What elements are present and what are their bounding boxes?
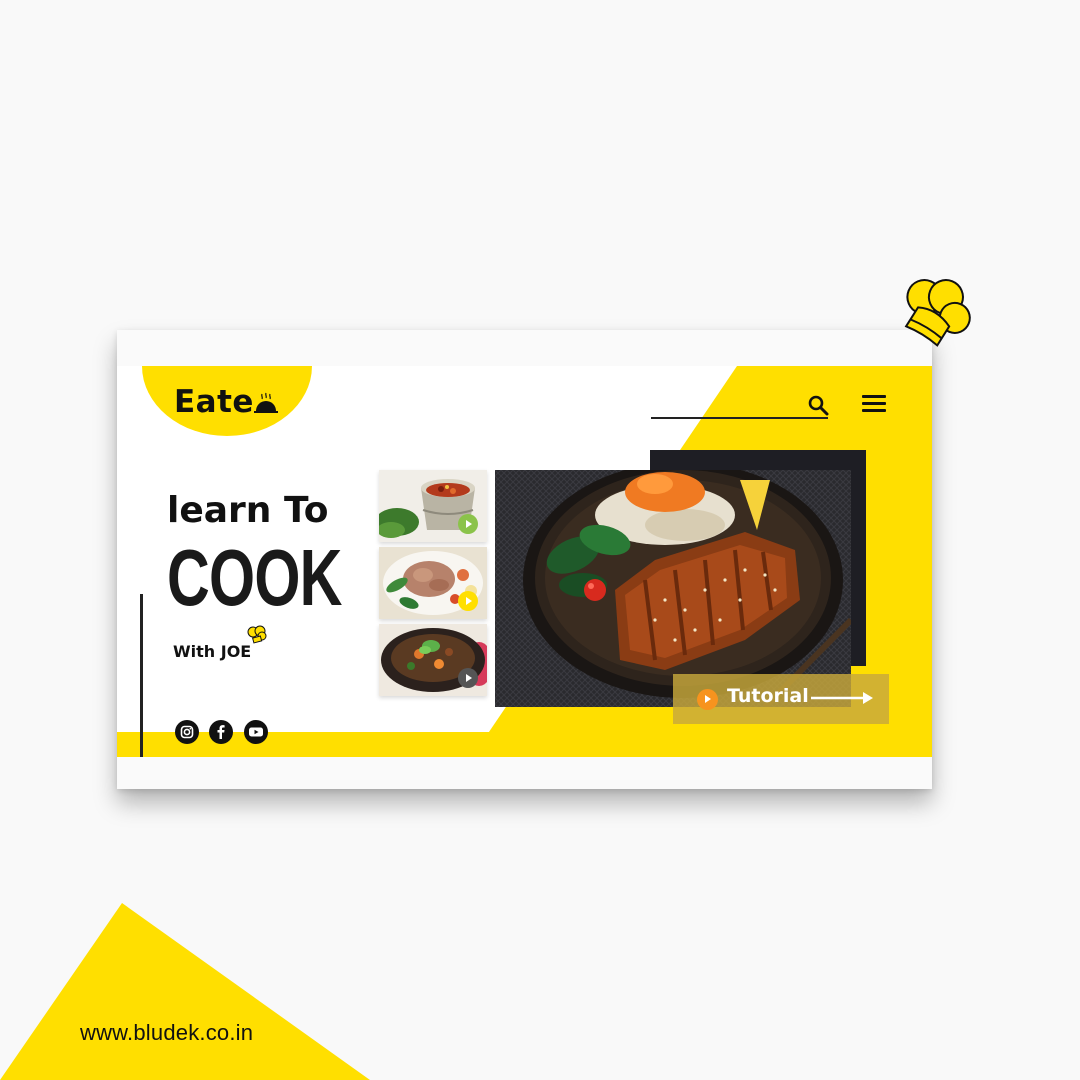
recipe-thumbnail-2[interactable] xyxy=(379,547,487,619)
recipe-thumbnail-3[interactable] xyxy=(379,624,487,696)
hero-line-with-joe: With JOE xyxy=(173,642,252,661)
vertical-divider xyxy=(140,594,143,757)
search-input[interactable] xyxy=(651,417,828,419)
play-icon[interactable] xyxy=(458,668,478,688)
youtube-icon[interactable] xyxy=(244,720,268,744)
tutorial-button[interactable]: Tutorial xyxy=(673,674,889,724)
chef-hat-icon xyxy=(904,279,971,347)
hero-title-cook: COOK xyxy=(167,533,342,622)
website-mockup-card: Eate learn To COOK With JOE Tutorial xyxy=(117,330,932,789)
mini-chef-hat-icon xyxy=(247,625,267,644)
cloche-icon xyxy=(254,392,278,413)
play-icon xyxy=(697,689,718,710)
hero-section: Eate learn To COOK With JOE Tutorial xyxy=(117,366,932,757)
search-icon[interactable] xyxy=(807,394,831,418)
arrow-right-icon xyxy=(811,692,873,704)
play-icon[interactable] xyxy=(458,514,478,534)
footer-url[interactable]: www.bludek.co.in xyxy=(80,1020,253,1046)
featured-dish-image xyxy=(495,470,851,707)
tutorial-label: Tutorial xyxy=(727,685,809,707)
instagram-icon[interactable] xyxy=(175,720,199,744)
logo-text[interactable]: Eate xyxy=(174,384,254,420)
play-icon[interactable] xyxy=(458,591,478,611)
hamburger-menu-icon[interactable] xyxy=(862,395,886,415)
facebook-icon[interactable] xyxy=(209,720,233,744)
recipe-thumbnail-1[interactable] xyxy=(379,470,487,542)
hero-line-learn: learn To xyxy=(167,490,329,531)
